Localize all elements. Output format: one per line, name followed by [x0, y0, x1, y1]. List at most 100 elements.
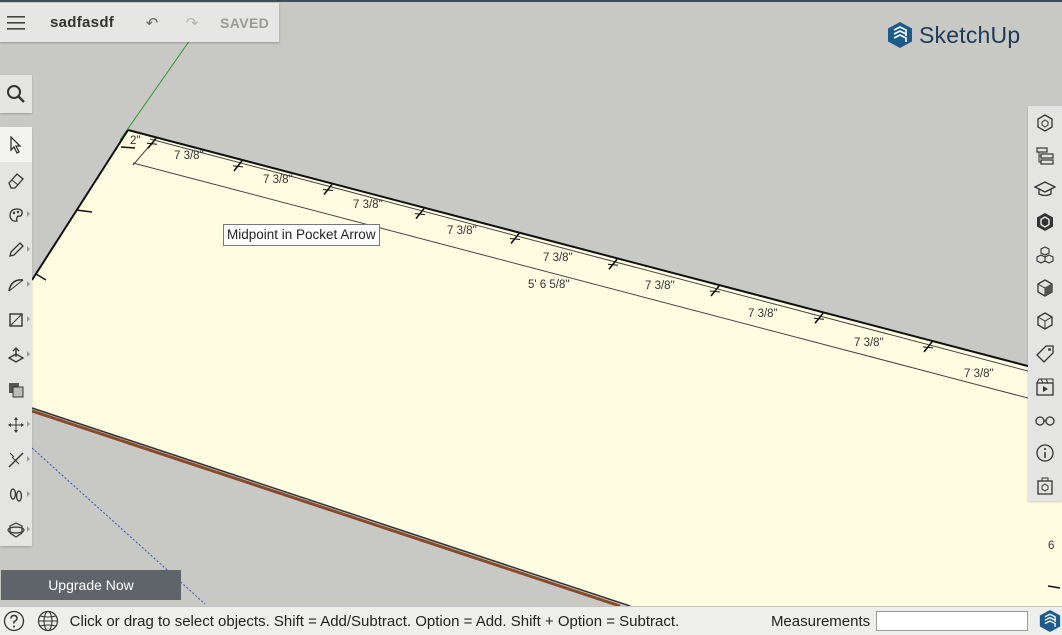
- glasses-icon: [1035, 415, 1055, 426]
- tool-paint[interactable]: [0, 197, 32, 232]
- flyout-caret-icon: [27, 211, 30, 217]
- globe-icon: [37, 610, 58, 632]
- eraser-icon: [8, 172, 24, 189]
- tool-pencil[interactable]: [0, 232, 32, 267]
- tool-walk[interactable]: [0, 477, 32, 512]
- flyout-caret-icon: [27, 491, 30, 497]
- model-face[interactable]: [32, 130, 1062, 606]
- 3d-warehouse-button[interactable]: [1028, 469, 1062, 502]
- tags-button[interactable]: [1028, 337, 1062, 370]
- outliner-icon: [1036, 146, 1054, 165]
- model-viewport[interactable]: 2" 7 3/8" 7 3/8" 7 3/8" 7 3/8" 7 3/8" 7 …: [0, 0, 1062, 606]
- model-info-button[interactable]: [1028, 436, 1062, 469]
- materials-button[interactable]: [1028, 238, 1062, 271]
- dimension-label: 7 3/8": [645, 280, 675, 292]
- tool-tape-measure[interactable]: [0, 442, 32, 477]
- dimension-label: 7 3/8": [174, 150, 204, 162]
- tape-measure-icon: [8, 452, 24, 467]
- flyout-caret-icon: [27, 526, 30, 532]
- tool-move[interactable]: [0, 407, 32, 442]
- left-toolbar: [0, 127, 32, 546]
- rectangle-icon: [9, 312, 23, 327]
- views-button[interactable]: [1028, 304, 1062, 337]
- orbit-icon: [7, 521, 25, 538]
- instructor-icon: [1034, 180, 1056, 196]
- edge-label: 6: [1048, 540, 1054, 552]
- dimension-label: 7 3/8": [447, 225, 477, 237]
- arrow-cursor-icon: [10, 135, 22, 154]
- tool-eraser[interactable]: [0, 162, 32, 197]
- tool-arc[interactable]: [0, 267, 32, 302]
- hamburger-icon: [7, 15, 25, 30]
- status-bar: Click or drag to select objects. Shift =…: [0, 606, 1062, 635]
- tool-push-pull[interactable]: [0, 337, 32, 372]
- flyout-caret-icon: [27, 246, 30, 252]
- pencil-icon: [9, 241, 24, 257]
- tags-icon: [1036, 344, 1054, 363]
- materials-icon: [1036, 245, 1054, 264]
- green-axis: [119, 39, 191, 141]
- scenes-button[interactable]: [1028, 370, 1062, 403]
- document-title[interactable]: sadfasdf: [50, 14, 130, 31]
- flyout-caret-icon: [27, 456, 30, 462]
- redo-icon: ↷: [185, 14, 199, 32]
- footprints-icon: [9, 487, 23, 502]
- measurements-label: Measurements: [770, 612, 871, 630]
- move-icon: [8, 416, 24, 433]
- dimension-label: 7 3/8": [353, 199, 383, 211]
- flyout-caret-icon: [27, 351, 30, 357]
- sketchup-logo-icon: [888, 22, 912, 48]
- tool-offset[interactable]: [0, 372, 32, 407]
- components-button[interactable]: [1028, 205, 1062, 238]
- 3d-warehouse-icon: [1037, 477, 1053, 495]
- paint-bucket-icon: [9, 207, 23, 222]
- entity-info-icon: [1037, 113, 1053, 132]
- display-button[interactable]: [1028, 403, 1062, 436]
- dimension-label: 7 3/8": [543, 252, 573, 264]
- brand-name: SketchUp: [919, 21, 1021, 48]
- undo-button[interactable]: ↶: [140, 14, 164, 32]
- sketchup-logo-icon: [1039, 610, 1061, 632]
- title-bar: sadfasdf ↶ ↷ SAVED: [0, 3, 279, 42]
- dimension-total: 5' 6 5/8": [528, 279, 569, 291]
- sketchup-logo: SketchUp: [887, 21, 1020, 49]
- tool-orbit[interactable]: [0, 512, 32, 547]
- hamburger-menu-button[interactable]: [0, 3, 32, 42]
- redo-button[interactable]: ↷: [180, 14, 204, 32]
- flyout-caret-icon: [27, 316, 30, 322]
- dimension-label: 7 3/8": [748, 308, 778, 320]
- offset-icon: [9, 382, 24, 397]
- right-panel-toolbar: [1028, 106, 1062, 501]
- dimension-label: 7 3/8": [964, 368, 994, 380]
- help-icon: [3, 610, 25, 632]
- entity-info-button[interactable]: [1028, 106, 1062, 139]
- arc-icon: [8, 278, 24, 291]
- tool-select[interactable]: [0, 127, 32, 162]
- views-icon: [1037, 311, 1053, 330]
- search-icon: [7, 85, 25, 103]
- corner-tick: [120, 146, 136, 149]
- measurements-input[interactable]: [876, 611, 1029, 631]
- outliner-button[interactable]: [1028, 139, 1062, 172]
- language-button[interactable]: [36, 609, 60, 633]
- dimension-label: 7 3/8": [854, 337, 884, 349]
- sketchup-status-logo: [1038, 609, 1062, 633]
- instructor-button[interactable]: [1028, 172, 1062, 205]
- dimension-corner: 2": [130, 135, 140, 147]
- save-status: SAVED: [220, 14, 270, 31]
- help-button[interactable]: [2, 609, 26, 633]
- search-button[interactable]: [0, 75, 32, 113]
- inference-tooltip: Midpoint in Pocket Arrow: [223, 224, 380, 246]
- push-pull-icon: [7, 346, 25, 363]
- scenes-icon: [1036, 378, 1054, 396]
- status-message: Click or drag to select objects. Shift =…: [69, 612, 680, 630]
- flyout-caret-icon: [27, 281, 30, 287]
- styles-icon: [1037, 278, 1053, 297]
- undo-icon: ↶: [145, 14, 159, 32]
- info-icon: [1036, 443, 1054, 462]
- tool-rectangle[interactable]: [0, 302, 32, 337]
- flyout-caret-icon: [27, 421, 30, 427]
- upgrade-now-button[interactable]: Upgrade Now: [1, 570, 181, 600]
- dimension-label: 7 3/8": [263, 174, 293, 186]
- styles-button[interactable]: [1028, 271, 1062, 304]
